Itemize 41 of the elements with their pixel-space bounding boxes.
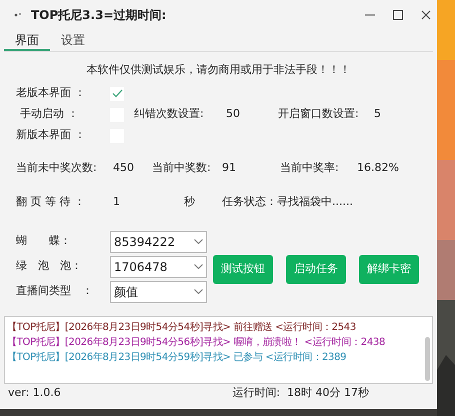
chevron-down-icon <box>194 239 203 244</box>
notice-text: 本软件仅供测试娱乐，请勿商用或用于非法手段！！！ <box>86 62 350 78</box>
app-icon <box>14 12 22 18</box>
chevron-down-icon <box>194 264 203 269</box>
log-line: 【TOP托尼】[2026年8月23日9时54分54秒]寻找> 前往赠送 <运行时间：2543 <box>7 320 357 334</box>
unit-text: 秒 <box>184 194 196 210</box>
stat-value: 450 <box>113 160 135 176</box>
dropdown[interactable]: 85394222 <box>110 230 207 252</box>
stat-value: 91 <box>222 160 237 176</box>
version-text: ver: 1.0.6 <box>8 385 61 402</box>
stat-label: 当前中奖率: <box>280 160 340 176</box>
setting-label: 开启窗口数设置: <box>278 106 360 122</box>
stat-value: 16.82% <box>357 160 399 176</box>
log-line: 【TOP托尼】[2026年8月23日9时54分59秒]寻找> 已参与 <运行时间：2389 <box>7 350 348 364</box>
dropdown[interactable]: 1706478 <box>110 256 207 278</box>
scrollbar[interactable] <box>425 336 430 380</box>
dropdown-label: 蝴 蝶： <box>16 233 72 250</box>
option-label: 新版本界面 ： <box>16 127 86 144</box>
tab[interactable]: 设置 <box>50 30 96 51</box>
tab[interactable]: 界面 <box>4 30 50 51</box>
wait-label: 翻 页 等 待 ： <box>16 194 86 210</box>
task-status: 任务状态：寻找福袋中...... <box>222 194 353 210</box>
setting-value: 50 <box>226 106 241 122</box>
option-label: 手动启动 ： <box>20 106 80 122</box>
window-title: TOP托尼3.3=过期时间: <box>31 7 166 24</box>
dropdown-label: 绿 泡 泡： <box>16 258 83 274</box>
check-icon <box>112 89 122 98</box>
log-line: 【TOP托尼】[2026年8月23日9时54分56秒]寻找> 喔唷，崩溃啦！ <运行时间：2438 <box>7 336 386 350</box>
setting-value: 5 <box>374 106 381 122</box>
option-label: 老版本界面 ： <box>16 85 86 102</box>
dropdown-label: 直播间类型 ： <box>16 283 94 300</box>
runtime-text: 运行时间: 18时 40分 17秒 <box>232 385 369 402</box>
setting-label: 纠错次数设置: <box>134 106 205 122</box>
wait-value: 1 <box>113 194 121 210</box>
checkbox[interactable] <box>110 86 124 100</box>
stat-label: 当前中奖数: <box>152 160 212 176</box>
stat-label: 当前未中奖次数: <box>16 160 98 176</box>
close-icon[interactable] <box>421 10 431 20</box>
dropdown[interactable]: 颜值 <box>110 280 207 302</box>
chevron-down-icon <box>194 289 203 294</box>
maximize-icon[interactable] <box>393 10 403 20</box>
